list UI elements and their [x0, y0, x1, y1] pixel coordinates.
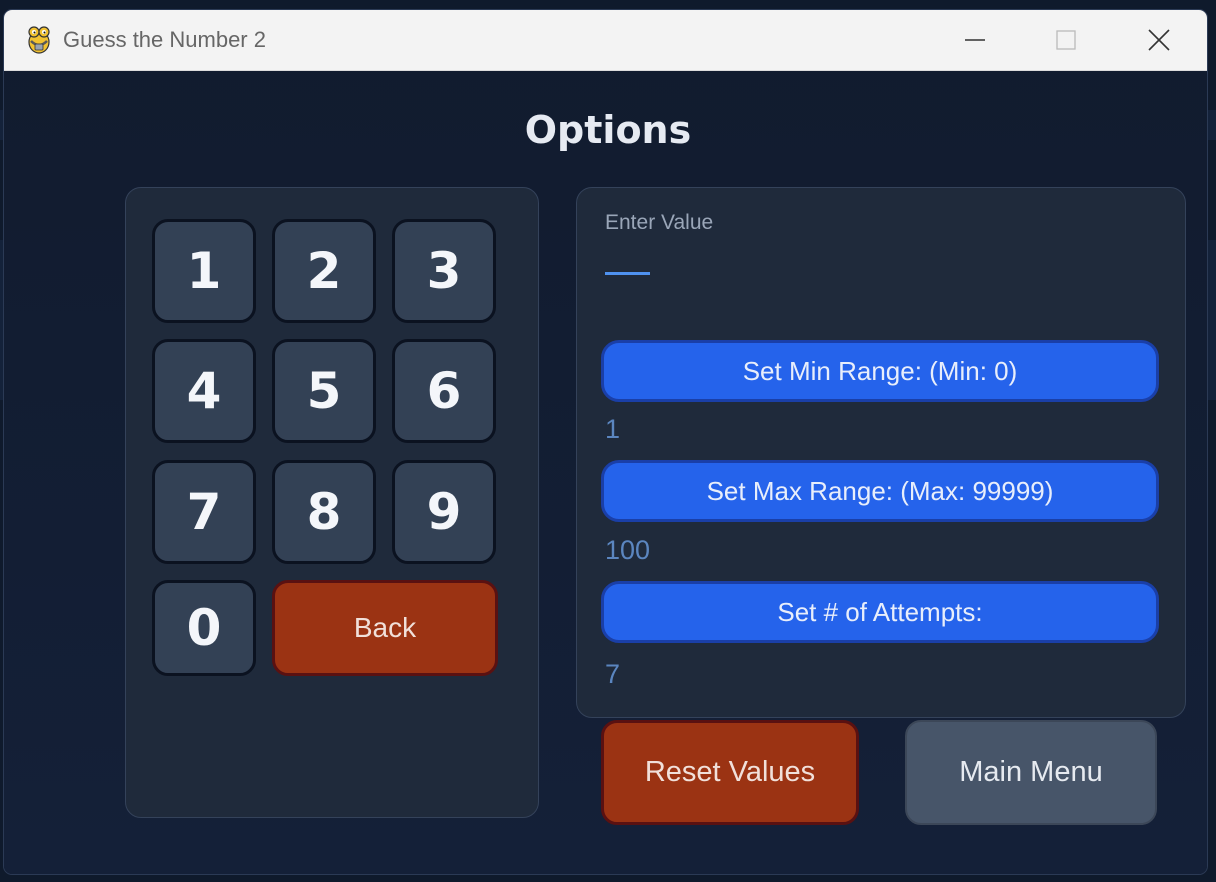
set-max-range-button[interactable]: Set Max Range: (Max: 99999) — [601, 460, 1159, 522]
set-min-range-button[interactable]: Set Min Range: (Min: 0) — [601, 340, 1159, 402]
enter-value-label: Enter Value — [605, 211, 714, 234]
snake-app-icon — [28, 26, 50, 54]
minimize-button[interactable] — [961, 26, 989, 54]
title-bar[interactable]: Guess the Number 2 — [4, 10, 1207, 71]
key-0[interactable]: 0 — [152, 580, 256, 676]
attempts-value: 7 — [605, 659, 621, 689]
key-6[interactable]: 6 — [392, 339, 496, 443]
main-menu-button[interactable]: Main Menu — [905, 720, 1157, 825]
key-4[interactable]: 4 — [152, 339, 256, 443]
reset-values-button[interactable]: Reset Values — [601, 720, 859, 825]
close-button[interactable] — [1145, 26, 1173, 54]
value-input-cursor[interactable] — [605, 272, 650, 275]
minimize-icon — [965, 39, 985, 41]
window-title: Guess the Number 2 — [63, 27, 266, 52]
page-title: Options — [524, 108, 692, 152]
key-8[interactable]: 8 — [272, 460, 376, 564]
set-attempts-button[interactable]: Set # of Attempts: — [601, 581, 1159, 643]
maximize-icon — [1056, 30, 1076, 50]
min-range-value: 1 — [605, 414, 621, 444]
key-5[interactable]: 5 — [272, 339, 376, 443]
max-range-value: 100 — [605, 535, 651, 565]
key-3[interactable]: 3 — [392, 219, 496, 323]
key-2[interactable]: 2 — [272, 219, 376, 323]
key-7[interactable]: 7 — [152, 460, 256, 564]
key-1[interactable]: 1 — [152, 219, 256, 323]
back-button[interactable]: Back — [272, 580, 498, 676]
key-9[interactable]: 9 — [392, 460, 496, 564]
maximize-button[interactable] — [1052, 26, 1080, 54]
close-icon — [1148, 29, 1170, 51]
